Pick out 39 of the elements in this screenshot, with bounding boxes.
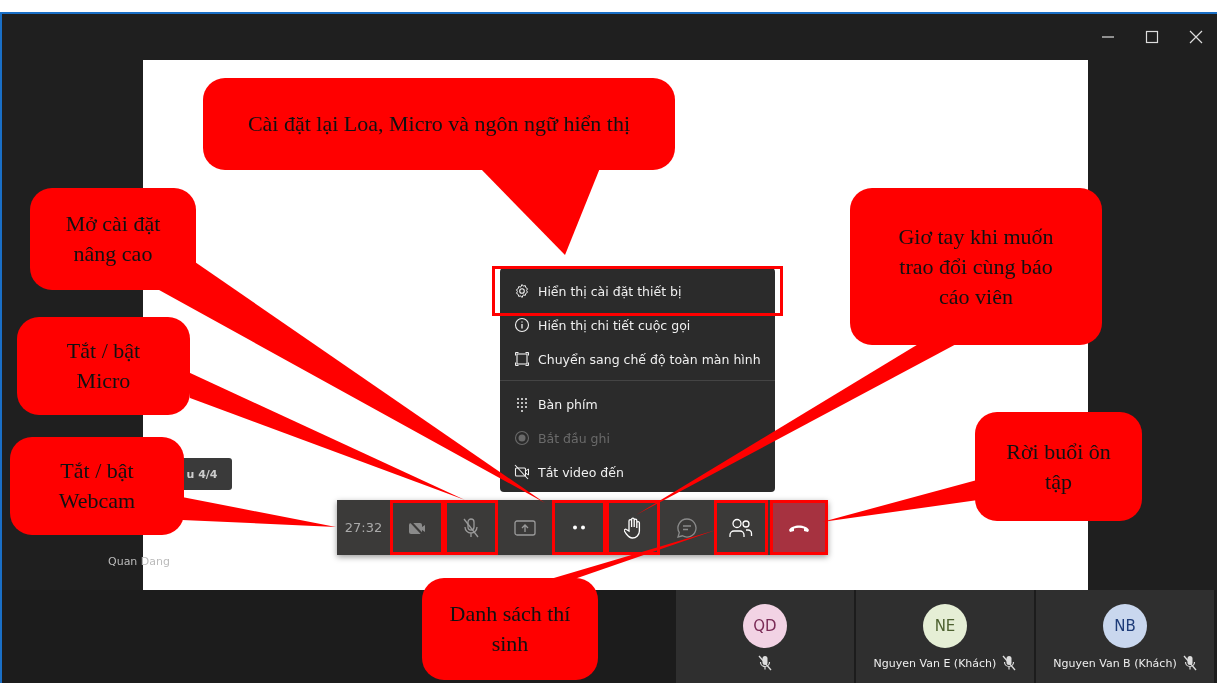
info-icon [514, 317, 530, 333]
more-icon [572, 525, 586, 530]
hand-button[interactable] [606, 500, 660, 555]
chat-icon [676, 516, 698, 539]
record-icon [514, 430, 530, 446]
participants-icon [729, 517, 753, 538]
close-icon[interactable] [1189, 30, 1203, 44]
people-button[interactable] [714, 500, 768, 555]
fullscreen-icon [514, 351, 530, 367]
callout: Danh sách thí sinh [422, 578, 598, 680]
menu-item[interactable]: Hiển thị cài đặt thiết bị [500, 274, 775, 308]
avatar: QD [743, 604, 787, 648]
participant-name: Nguyen Van E (Khách) [873, 656, 997, 670]
mic-muted-icon [1002, 655, 1017, 671]
share-screen-icon [514, 518, 536, 537]
callout: Tắt / bật Micro [17, 317, 190, 415]
callout: Rời buổi ôn tập [975, 412, 1142, 521]
menu-item[interactable]: Tắt video đến [500, 455, 775, 489]
participant-name: Nguyen Van B (Khách) [1053, 656, 1177, 670]
mic-muted-icon [1182, 655, 1197, 671]
call-timer: 27:32 [343, 519, 384, 537]
menu-item[interactable]: Hiển thị chi tiết cuộc gọi [500, 308, 775, 342]
raise-hand-icon [624, 516, 642, 539]
menu-item[interactable]: Chuyển sang chế độ toàn màn hình [500, 342, 775, 376]
avatar: NB [1103, 604, 1147, 648]
keypad-icon [514, 396, 530, 412]
callout: Tắt / bật Webcam [10, 437, 184, 535]
callout: Mở cài đặt nâng cao [30, 188, 196, 290]
video-off-icon [514, 464, 530, 480]
mic-off-icon [462, 517, 480, 538]
settings-icon [514, 283, 530, 299]
mic-button[interactable] [444, 500, 498, 555]
callout: Giơ tay khi muốn trao đổi cùng báo cáo viên [850, 188, 1102, 345]
menu-item[interactable]: Bàn phím [500, 387, 775, 421]
mic-muted-icon [758, 655, 772, 671]
share-button[interactable] [498, 500, 552, 555]
camera-button[interactable] [390, 500, 444, 555]
avatar: NE [923, 604, 967, 648]
maximize-icon[interactable] [1145, 30, 1159, 44]
